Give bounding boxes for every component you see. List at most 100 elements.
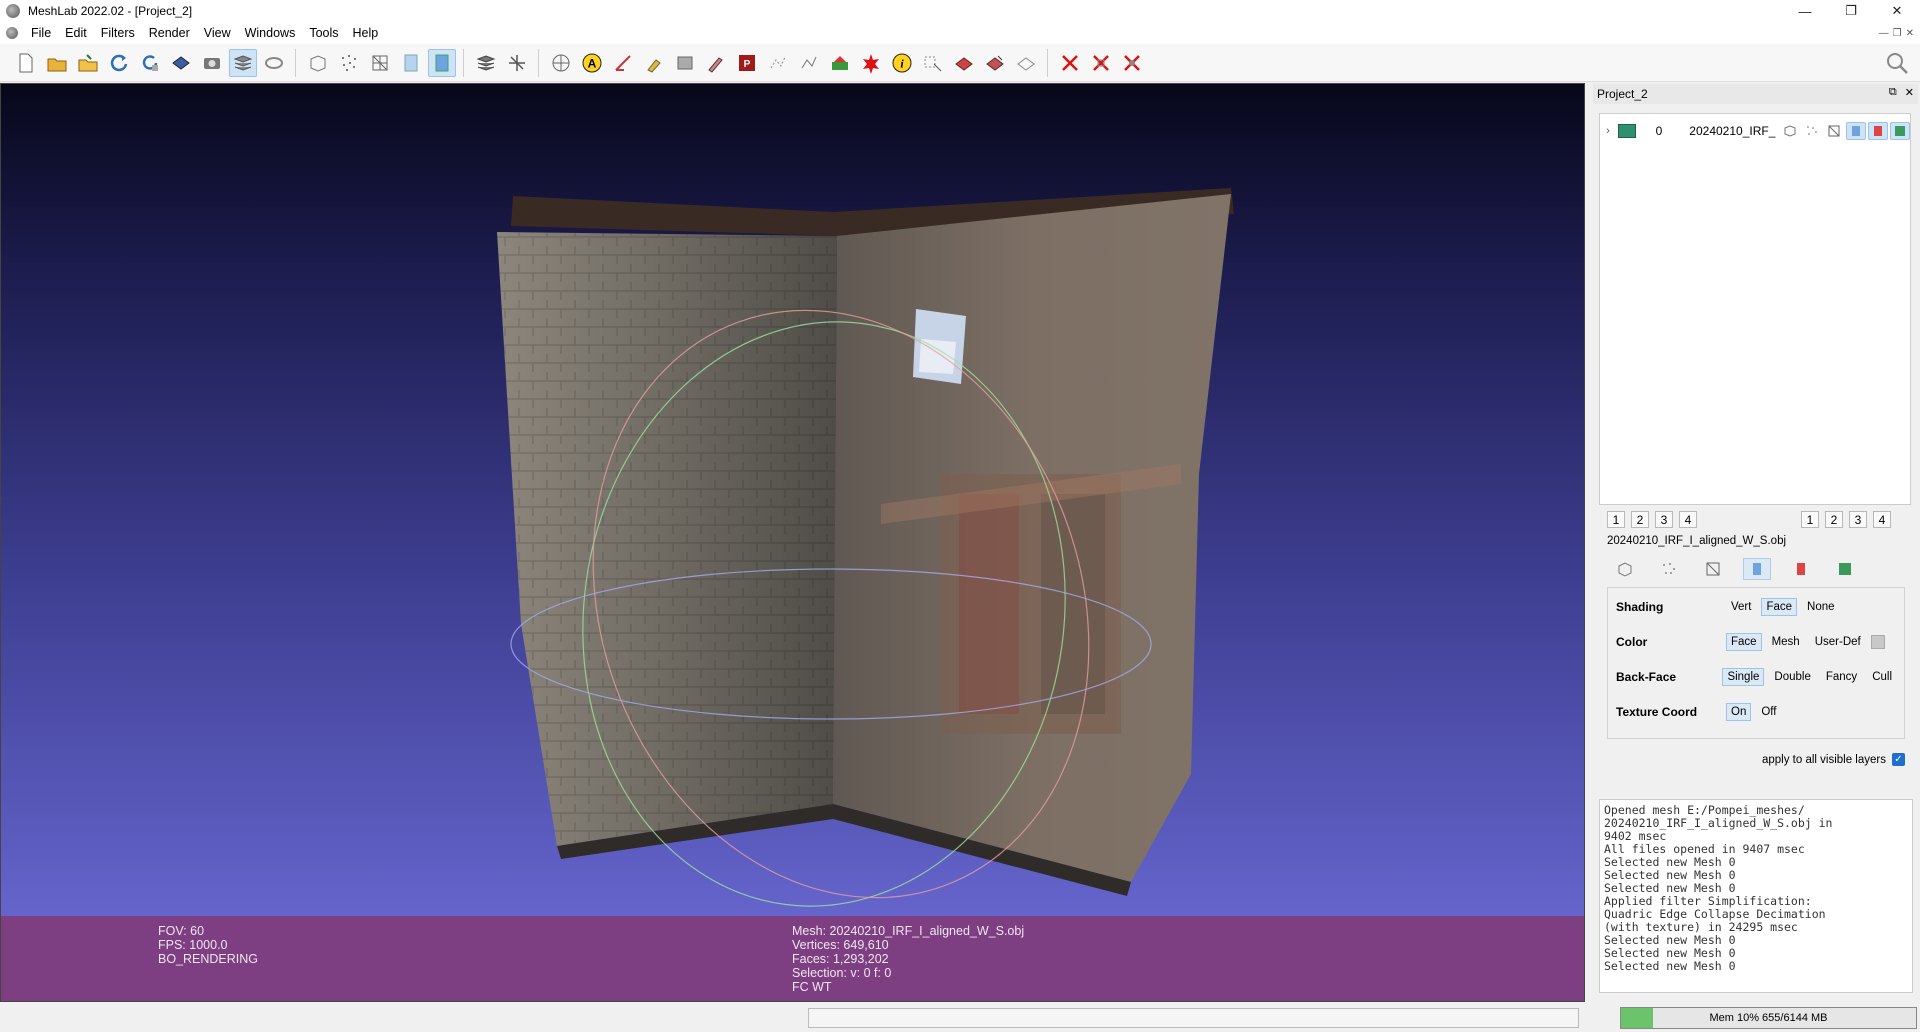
save-icon[interactable]: [167, 49, 195, 77]
menu-windows[interactable]: Windows: [238, 26, 303, 40]
pick-icon[interactable]: [640, 49, 668, 77]
mesh-tool-icon[interactable]: [671, 49, 699, 77]
select-vertex-icon[interactable]: [764, 49, 792, 77]
backface-fancy-option[interactable]: Fancy: [1821, 668, 1862, 686]
layer-list[interactable]: › 0 20240210_IRF_...: [1599, 113, 1911, 505]
view-slot-button[interactable]: 4: [1873, 511, 1891, 528]
bbox-icon[interactable]: [260, 49, 288, 77]
svg-text:P: P: [743, 59, 750, 70]
georef-icon[interactable]: [857, 49, 885, 77]
tab-points-icon[interactable]: [1655, 558, 1683, 580]
box-icon[interactable]: [304, 49, 332, 77]
layer-texture-icon[interactable]: [1868, 122, 1888, 140]
viewport-info-bar: FOV: 60 FPS: 1000.0 BO_RENDERING Mesh: 2…: [1, 916, 1584, 1001]
user-color-swatch[interactable]: [1870, 635, 1885, 649]
shading-none-option[interactable]: None: [1802, 598, 1840, 616]
fov-text: FOV: 60: [158, 924, 205, 938]
layer-bbox-icon[interactable]: [1780, 122, 1800, 140]
open-project-icon[interactable]: [74, 49, 102, 77]
raster-icon[interactable]: [950, 49, 978, 77]
shading-face-option[interactable]: Face: [1761, 598, 1798, 616]
search-icon[interactable]: [1884, 50, 1910, 76]
points-icon[interactable]: [335, 49, 363, 77]
menu-tools[interactable]: Tools: [302, 26, 345, 40]
menu-render[interactable]: Render: [142, 26, 197, 40]
view-slot-button[interactable]: 4: [1679, 511, 1697, 528]
layer-row[interactable]: › 0 20240210_IRF_...: [1600, 120, 1910, 142]
tab-shader-icon[interactable]: [1831, 558, 1859, 580]
menu-edit[interactable]: Edit: [58, 26, 94, 40]
snapshot-icon[interactable]: [198, 49, 226, 77]
dock-close-button[interactable]: ✕: [1905, 86, 1914, 99]
view-slot-button[interactable]: 3: [1849, 511, 1867, 528]
delete-face-icon[interactable]: [1056, 49, 1084, 77]
info-icon[interactable]: i: [888, 49, 916, 77]
layers-icon[interactable]: [228, 48, 257, 77]
delete-selection-icon[interactable]: [1118, 49, 1146, 77]
tab-wire-icon[interactable]: [1699, 558, 1727, 580]
mdi-restore-button[interactable]: ❐: [1893, 28, 1902, 39]
texcoord-off-option[interactable]: Off: [1756, 703, 1781, 721]
color-icon[interactable]: [826, 49, 854, 77]
apply-all-checkbox[interactable]: ✓: [1892, 753, 1905, 766]
mdi-minimize-button[interactable]: —: [1879, 28, 1889, 39]
layer-points-icon[interactable]: [1802, 122, 1822, 140]
wireframe-icon[interactable]: [366, 49, 394, 77]
measure-icon[interactable]: [609, 49, 637, 77]
minimize-button[interactable]: —: [1782, 0, 1828, 22]
log-panel[interactable]: Opened mesh E:/Pompei_meshes/ 20240210_I…: [1599, 799, 1913, 993]
view-slot-button[interactable]: 2: [1825, 511, 1843, 528]
color-face-option[interactable]: Face: [1726, 633, 1762, 651]
smooth-icon[interactable]: [427, 48, 456, 77]
select-region-icon[interactable]: [919, 49, 947, 77]
layer-shader-icon[interactable]: [1890, 122, 1910, 140]
shading-vert-option[interactable]: Vert: [1726, 598, 1756, 616]
light-icon[interactable]: [472, 49, 500, 77]
texcoord-row: Texture Coord On Off: [1616, 702, 1902, 722]
paint-icon[interactable]: [702, 49, 730, 77]
menu-filters[interactable]: Filters: [94, 26, 142, 40]
mdi-close-button[interactable]: ✕: [1906, 28, 1914, 39]
maximize-button[interactable]: ❐: [1828, 0, 1874, 22]
layer-wire-icon[interactable]: [1824, 122, 1844, 140]
texcoord-on-option[interactable]: On: [1726, 703, 1752, 721]
menu-file[interactable]: File: [24, 26, 58, 40]
axes-icon[interactable]: [503, 49, 531, 77]
backface-cull-option[interactable]: Cull: [1867, 668, 1897, 686]
view-slot-button[interactable]: 1: [1801, 511, 1819, 528]
view-slot-button[interactable]: 1: [1607, 511, 1625, 528]
layer-fill-icon[interactable]: [1846, 122, 1866, 140]
open-icon[interactable]: [43, 49, 71, 77]
tab-bbox-icon[interactable]: [1611, 558, 1639, 580]
reload-icon[interactable]: [105, 49, 133, 77]
color-mesh-option[interactable]: Mesh: [1767, 633, 1805, 651]
layer-visibility-icon[interactable]: [1617, 124, 1636, 138]
view-slot-button[interactable]: 3: [1655, 511, 1673, 528]
layer-name[interactable]: 20240210_IRF_...: [1689, 124, 1776, 138]
select-connected-icon[interactable]: [795, 49, 823, 77]
close-button[interactable]: ✕: [1874, 0, 1920, 22]
document-menu-icon[interactable]: [6, 27, 18, 39]
globe-icon[interactable]: [547, 49, 575, 77]
reload-all-icon[interactable]: [136, 49, 164, 77]
dock-float-button[interactable]: ⧉: [1889, 86, 1897, 99]
select-face-icon[interactable]: P: [733, 49, 761, 77]
tab-fill-icon[interactable]: [1743, 558, 1771, 580]
new-file-icon[interactable]: [12, 49, 40, 77]
backface-single-option[interactable]: Single: [1722, 668, 1765, 686]
pick-points-icon[interactable]: [1012, 49, 1040, 77]
tab-texture-icon[interactable]: [1787, 558, 1815, 580]
annotate-icon[interactable]: A: [578, 49, 606, 77]
menu-help[interactable]: Help: [346, 26, 386, 40]
3d-viewport[interactable]: FOV: 60 FPS: 1000.0 BO_RENDERING Mesh: 2…: [0, 83, 1585, 1002]
align-icon[interactable]: [981, 49, 1009, 77]
view-slot-button[interactable]: 2: [1631, 511, 1649, 528]
menu-view[interactable]: View: [197, 26, 238, 40]
expand-arrow-icon[interactable]: ›: [1602, 125, 1614, 137]
flat-icon[interactable]: [397, 49, 425, 77]
backface-double-option[interactable]: Double: [1769, 668, 1815, 686]
dock-title-bar: Project_2 ⧉ ✕: [1593, 84, 1918, 104]
color-userdef-option[interactable]: User-Def: [1810, 633, 1866, 651]
apply-all-row: apply to all visible layers ✓: [1591, 753, 1911, 766]
delete-vertex-icon[interactable]: [1087, 49, 1115, 77]
